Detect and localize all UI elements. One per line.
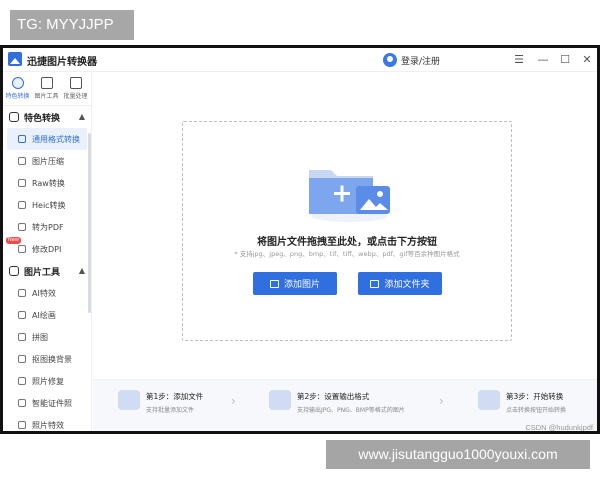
- tg-tag: TG: MYYJJPP: [10, 10, 134, 40]
- item-label: 通用格式转换: [32, 134, 80, 144]
- sidebar-item-raw[interactable]: Raw转换: [3, 172, 91, 194]
- sidebar: 特色转换 图片工具 批量处理 特色转换 ▲ 通用格式转换 图片压缩 Raw转换 …: [3, 73, 92, 431]
- section-title: 特色转换: [24, 113, 61, 124]
- feature-section-icon: [9, 112, 19, 122]
- section-image-tools[interactable]: 图片工具 ▲: [3, 260, 91, 282]
- section-title: 图片工具: [24, 267, 61, 278]
- app-logo-icon: [8, 52, 22, 66]
- compress-icon: [18, 157, 26, 165]
- drop-title: 将图片文件拖拽至此处，或点击下方按钮: [257, 237, 437, 248]
- app-window: 迅捷图片转换器 登录/注册 ☰ — ☐ ✕ 特色转换 图片工具 批量处理 特色转…: [0, 45, 600, 434]
- item-label: Heic转换: [32, 200, 66, 210]
- id-photo-icon: [18, 399, 26, 407]
- sidebar-item-general-convert[interactable]: 通用格式转换: [7, 128, 87, 150]
- tab-image-tools[interactable]: 图片工具: [32, 73, 61, 105]
- title-bar: 迅捷图片转换器 登录/注册 ☰ — ☐ ✕: [3, 48, 597, 72]
- maximize-button[interactable]: ☐: [557, 52, 573, 68]
- raw-icon: [18, 179, 26, 187]
- item-label: 抠图换背景: [32, 354, 72, 364]
- cutout-icon: [18, 355, 26, 363]
- sidebar-item-photo-effects[interactable]: 照片特效: [3, 414, 91, 431]
- sidebar-item-ai-paint[interactable]: AI绘画: [3, 304, 91, 326]
- repair-icon: [18, 377, 26, 385]
- sidebar-item-heic[interactable]: Heic转换: [3, 194, 91, 216]
- menu-icon[interactable]: ☰: [511, 52, 527, 68]
- sidebar-item-photo-repair[interactable]: 照片修复: [3, 370, 91, 392]
- photo-effects-icon: [18, 421, 26, 429]
- close-button[interactable]: ✕: [579, 52, 595, 68]
- ai-paint-icon: [18, 311, 26, 319]
- sidebar-scrollbar[interactable]: [88, 133, 91, 313]
- sidebar-item-id-photo[interactable]: 智能证件照: [3, 392, 91, 414]
- folder-icon: [370, 279, 380, 288]
- steps-bar: 第1步：添加文件 支持批量添加文件 › 第2步：设置输出格式 支持输出JPG、P…: [93, 379, 597, 432]
- minimize-button[interactable]: —: [535, 52, 551, 68]
- sidebar-top-tabs: 特色转换 图片工具 批量处理: [3, 73, 91, 106]
- step-title: 第2步：设置输出格式: [297, 392, 370, 401]
- login-link[interactable]: 登录/注册: [383, 51, 440, 69]
- heic-icon: [18, 201, 26, 209]
- item-label: 智能证件照: [32, 398, 72, 408]
- add-folder-button[interactable]: 添加文件夹: [358, 272, 442, 295]
- site-watermark: www.jisutangguo1000youxi.com: [326, 440, 590, 469]
- tab-label: 特色转换: [5, 93, 30, 100]
- add-image-label: 添加图片: [283, 280, 320, 290]
- chevron-right-icon: ›: [231, 394, 236, 408]
- sidebar-item-cutout[interactable]: 抠图换背景: [3, 348, 91, 370]
- convert-icon: [11, 77, 24, 89]
- sidebar-item-compress[interactable]: 图片压缩: [3, 150, 91, 172]
- image-icon: [269, 279, 279, 288]
- collage-icon: [18, 333, 26, 341]
- step-desc: 支持批量添加文件: [146, 407, 195, 414]
- sidebar-item-collage[interactable]: 拼图: [3, 326, 91, 348]
- batch-icon: [69, 77, 82, 89]
- add-image-button[interactable]: 添加图片: [253, 272, 337, 295]
- login-label: 登录/注册: [401, 56, 441, 67]
- item-label: AI绘画: [32, 310, 56, 320]
- tab-label: 批量处理: [63, 93, 88, 100]
- ai-effects-icon: [18, 289, 26, 297]
- item-label: 转为PDF: [32, 222, 64, 232]
- tab-batch[interactable]: 批量处理: [61, 73, 90, 105]
- tab-label: 图片工具: [34, 93, 59, 100]
- supported-formats: * 支持jpg、jpeg、png、bmp、tif、tiff、webp、pdf、g…: [234, 250, 460, 258]
- chevron-up-icon: ▲: [78, 112, 85, 121]
- sidebar-item-dpi[interactable]: New 修改DPI: [3, 237, 91, 260]
- add-folder-label: 添加文件夹: [384, 280, 430, 290]
- step-title: 第3步：开始转换: [506, 392, 564, 401]
- item-label: AI特效: [32, 288, 56, 298]
- item-label: Raw转换: [32, 178, 65, 188]
- step-title: 第1步：添加文件: [146, 392, 204, 401]
- convert-step-icon: [478, 390, 500, 410]
- user-avatar-icon: [383, 53, 397, 67]
- item-label: 照片特效: [32, 420, 64, 430]
- csdn-watermark: CSDN @hudunkjpdf: [525, 423, 593, 432]
- item-label: 拼图: [32, 332, 48, 342]
- dpi-icon: [18, 245, 26, 253]
- image-tools-icon: [40, 77, 53, 89]
- chevron-right-icon: ›: [439, 394, 444, 408]
- app-title: 迅捷图片转换器: [27, 57, 97, 68]
- step-desc: 支持输出JPG、PNG、BMP等格式的图片: [297, 407, 405, 414]
- tools-section-icon: [9, 266, 19, 276]
- file-icon: [18, 135, 26, 143]
- item-label: 修改DPI: [32, 244, 62, 254]
- main-area: 将图片文件拖拽至此处，或点击下方按钮 * 支持jpg、jpeg、png、bmp、…: [93, 73, 597, 432]
- tab-feature-convert[interactable]: 特色转换: [3, 73, 32, 105]
- item-label: 照片修复: [32, 376, 64, 386]
- item-label: 图片压缩: [32, 156, 64, 166]
- chevron-up-icon: ▲: [78, 266, 85, 275]
- settings-step-icon: [269, 390, 291, 410]
- section-feature-convert[interactable]: 特色转换 ▲: [3, 106, 91, 128]
- sidebar-item-pdf[interactable]: 转为PDF: [3, 216, 91, 238]
- folder-image-icon: [309, 170, 390, 222]
- new-badge: New: [6, 237, 21, 244]
- pdf-icon: [18, 223, 26, 231]
- step-desc: 点击转换按钮开始转换: [506, 407, 567, 414]
- sidebar-item-ai-effects[interactable]: AI特效: [3, 282, 91, 304]
- drop-zone[interactable]: 将图片文件拖拽至此处，或点击下方按钮 * 支持jpg、jpeg、png、bmp、…: [182, 121, 512, 341]
- add-file-step-icon: [118, 390, 140, 410]
